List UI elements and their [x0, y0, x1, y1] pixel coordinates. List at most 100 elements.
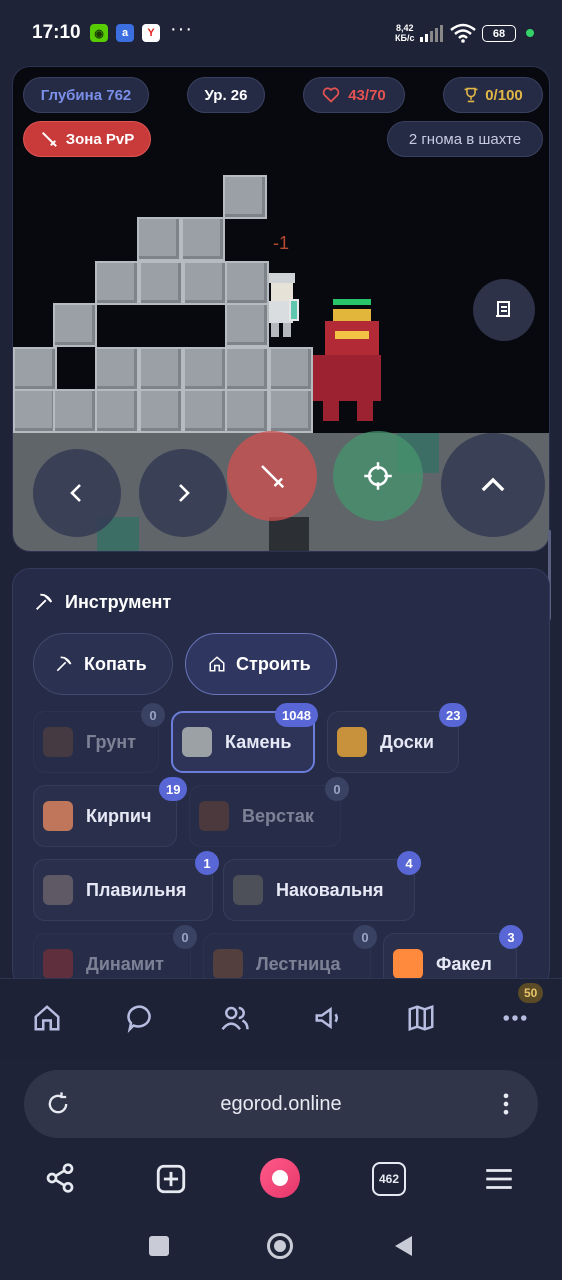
url-text: egorod.online	[220, 1092, 342, 1115]
users-icon[interactable]	[220, 1003, 250, 1033]
yandex-icon: Y	[142, 24, 160, 42]
depth-chip: Глубина 762	[23, 77, 149, 113]
stone-block[interactable]	[225, 303, 269, 347]
app-bottom-nav: 50	[0, 978, 562, 1058]
back-icon[interactable]	[392, 1234, 414, 1258]
dirt-swatch	[43, 727, 73, 757]
vpn-icon: a	[116, 24, 134, 42]
mode-dig-button[interactable]: Копать	[33, 633, 173, 695]
stone-block[interactable]	[13, 389, 57, 433]
stone-block[interactable]	[183, 261, 227, 305]
menu-kebab-icon[interactable]	[492, 1090, 520, 1118]
mode-build-button[interactable]: Строить	[185, 633, 337, 695]
pickaxe-icon	[56, 656, 72, 672]
count-badge: 1048	[275, 703, 318, 727]
clock: 17:10	[32, 22, 81, 43]
stone-block[interactable]	[53, 389, 97, 433]
chat-icon[interactable]	[126, 1003, 156, 1033]
more-notifications-icon: ···	[170, 18, 193, 40]
level-chip: Ур. 26	[187, 77, 265, 113]
reload-icon[interactable]	[44, 1090, 72, 1118]
item-smelter[interactable]: Плавильня	[33, 859, 213, 921]
stone-block[interactable]	[139, 261, 183, 305]
count-badge: 3	[499, 925, 523, 949]
panel-header: Инструмент	[33, 591, 171, 613]
count-badge: 23	[439, 703, 468, 727]
trophy-icon	[464, 87, 478, 103]
trophy-chip: 0/100	[443, 77, 543, 113]
heart-icon	[322, 87, 340, 103]
stone-block[interactable]	[225, 389, 269, 433]
item-anvil[interactable]: Наковальня	[223, 859, 415, 921]
attack-button[interactable]	[227, 431, 317, 521]
enemy-character	[313, 299, 385, 427]
stone-block[interactable]	[95, 389, 139, 433]
planks-swatch	[337, 727, 367, 757]
count-badge: 1	[195, 851, 219, 875]
stone-block[interactable]	[139, 347, 183, 391]
stone-block[interactable]	[181, 217, 225, 261]
target-button[interactable]	[333, 431, 423, 521]
log-button[interactable]	[473, 279, 535, 341]
pickaxe-icon	[36, 593, 53, 610]
count-badge: 0	[353, 925, 377, 949]
network-speed: 8,42 КБ/с	[395, 23, 415, 43]
game-viewport[interactable]: -1 Глубина 762 Ур. 26 43/70 0/100 Зона P…	[12, 66, 550, 552]
ladder-swatch	[213, 949, 243, 979]
megaphone-icon[interactable]	[313, 1003, 343, 1033]
move-right-button[interactable]	[139, 449, 227, 537]
home-icon	[209, 656, 225, 672]
scroll-icon	[496, 301, 510, 317]
count-badge: 0	[141, 703, 165, 727]
tabs-counter-button[interactable]: 462	[372, 1162, 406, 1196]
stone-block[interactable]	[225, 261, 269, 305]
status-bar: 17:10 ◉ a Y ··· 8,42 КБ/с 68	[0, 0, 562, 66]
alice-icon	[272, 1170, 288, 1186]
brick-swatch	[43, 801, 73, 831]
stone-block[interactable]	[223, 175, 267, 219]
stone-block[interactable]	[269, 347, 313, 391]
item-dirt[interactable]: Грунт	[33, 711, 159, 773]
duolingo-icon: ◉	[90, 24, 108, 42]
count-badge: 0	[325, 777, 349, 801]
item-brick[interactable]: Кирпич	[33, 785, 177, 847]
hamburger-menu-icon[interactable]	[482, 1162, 516, 1196]
sword-icon	[41, 131, 57, 147]
count-badge: 0	[173, 925, 197, 949]
battery-icon: 68	[482, 25, 516, 42]
recents-button[interactable]	[149, 1236, 169, 1256]
item-planks[interactable]: Доски	[327, 711, 459, 773]
share-icon[interactable]	[44, 1162, 76, 1194]
url-bar[interactable]: egorod.online	[24, 1070, 538, 1138]
alice-assistant-button[interactable]	[260, 1158, 300, 1198]
crosshair-icon	[364, 462, 392, 490]
stone-block[interactable]	[13, 347, 57, 391]
stone-block[interactable]	[183, 389, 227, 433]
coal-block	[269, 517, 309, 551]
item-workbench[interactable]: Верстак	[189, 785, 341, 847]
stone-block[interactable]	[269, 389, 313, 433]
more-icon[interactable]	[500, 1003, 530, 1033]
stone-swatch	[182, 727, 212, 757]
player-character	[267, 273, 299, 341]
stone-block[interactable]	[183, 347, 227, 391]
browser-chrome: egorod.online 462	[0, 1058, 562, 1280]
stone-block[interactable]	[53, 303, 97, 347]
stone-block[interactable]	[95, 261, 139, 305]
map-icon[interactable]	[406, 1003, 436, 1033]
anvil-swatch	[233, 875, 263, 905]
damage-text: -1	[273, 233, 290, 253]
stone-block[interactable]	[137, 217, 181, 261]
home-icon[interactable]	[32, 1003, 62, 1033]
android-home-button[interactable]	[267, 1233, 293, 1259]
miners-count-chip: 2 гнома в шахте	[387, 121, 543, 157]
notification-badge: 50	[518, 983, 544, 1003]
jump-button[interactable]	[441, 433, 545, 537]
dynamite-swatch	[43, 949, 73, 979]
stone-block[interactable]	[225, 347, 269, 391]
stone-block[interactable]	[139, 389, 183, 433]
new-tab-icon[interactable]	[154, 1162, 188, 1196]
move-left-button[interactable]	[33, 449, 121, 537]
stone-block[interactable]	[95, 347, 139, 391]
count-badge: 19	[159, 777, 188, 801]
